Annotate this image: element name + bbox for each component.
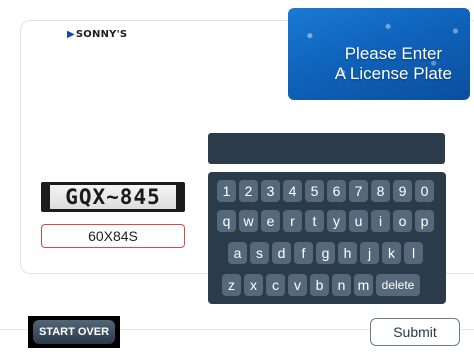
key-1[interactable]: 1 (217, 180, 236, 202)
key-w[interactable]: w (239, 210, 258, 232)
banner-text: Please Enter A License Plate (335, 44, 452, 84)
key-v[interactable]: v (288, 274, 307, 296)
key-6[interactable]: 6 (327, 180, 346, 202)
captured-plate-image: GQX~845 (41, 182, 185, 212)
key-5[interactable]: 5 (305, 180, 324, 202)
banner-line-2: A License Plate (334, 64, 452, 83)
key-x[interactable]: x (244, 274, 263, 296)
key-i[interactable]: i (371, 210, 390, 232)
key-u[interactable]: u (349, 210, 368, 232)
key-r[interactable]: r (283, 210, 302, 232)
key-e[interactable]: e (261, 210, 280, 232)
keyboard-row-numbers: 1234567890 (217, 180, 434, 202)
key-s[interactable]: s (250, 242, 269, 264)
sonnys-logo: ▶SONNY'S (67, 29, 127, 40)
key-q[interactable]: q (217, 210, 236, 232)
submit-button[interactable]: Submit (370, 318, 460, 346)
key-n[interactable]: n (332, 274, 351, 296)
logo-mark-icon: ▶ (67, 29, 75, 40)
key-m[interactable]: m (354, 274, 373, 296)
start-over-frame: START OVER (28, 316, 120, 348)
keyboard-row-asdf: asdfghjkl (228, 242, 423, 264)
key-z[interactable]: z (222, 274, 241, 296)
key-k[interactable]: k (382, 242, 401, 264)
keyboard-row-zxcv: z x c v b n m delete (222, 274, 420, 296)
key-4[interactable]: 4 (283, 180, 302, 202)
captured-plate-text: GQX~845 (50, 185, 176, 209)
key-a[interactable]: a (228, 242, 247, 264)
key-9[interactable]: 9 (393, 180, 412, 202)
keyboard-display (208, 133, 445, 164)
key-b[interactable]: b (310, 274, 329, 296)
key-t[interactable]: t (305, 210, 324, 232)
key-p[interactable]: p (415, 210, 434, 232)
banner-line-1: Please Enter (344, 44, 443, 63)
key-c[interactable]: c (266, 274, 285, 296)
key-o[interactable]: o (393, 210, 412, 232)
key-y[interactable]: y (327, 210, 346, 232)
key-f[interactable]: f (294, 242, 313, 264)
key-2[interactable]: 2 (239, 180, 258, 202)
instruction-banner: Please Enter A License Plate (288, 8, 470, 100)
key-j[interactable]: j (360, 242, 379, 264)
key-g[interactable]: g (316, 242, 335, 264)
key-0[interactable]: 0 (415, 180, 434, 202)
key-8[interactable]: 8 (371, 180, 390, 202)
key-7[interactable]: 7 (349, 180, 368, 202)
logo-text: SONNY'S (75, 29, 128, 40)
key-l[interactable]: l (404, 242, 423, 264)
keyboard-row-qwerty: qwertyuiop (217, 210, 434, 232)
on-screen-keyboard: 1234567890 qwertyuiop asdfghjkl zxcvbnmd… (208, 172, 446, 304)
key-d[interactable]: d (272, 242, 291, 264)
key-h[interactable]: h (338, 242, 357, 264)
start-over-button[interactable]: START OVER (33, 320, 115, 344)
delete-key[interactable]: delete (376, 274, 420, 296)
license-plate-input[interactable]: 60X84S (41, 224, 185, 248)
key-3[interactable]: 3 (261, 180, 280, 202)
